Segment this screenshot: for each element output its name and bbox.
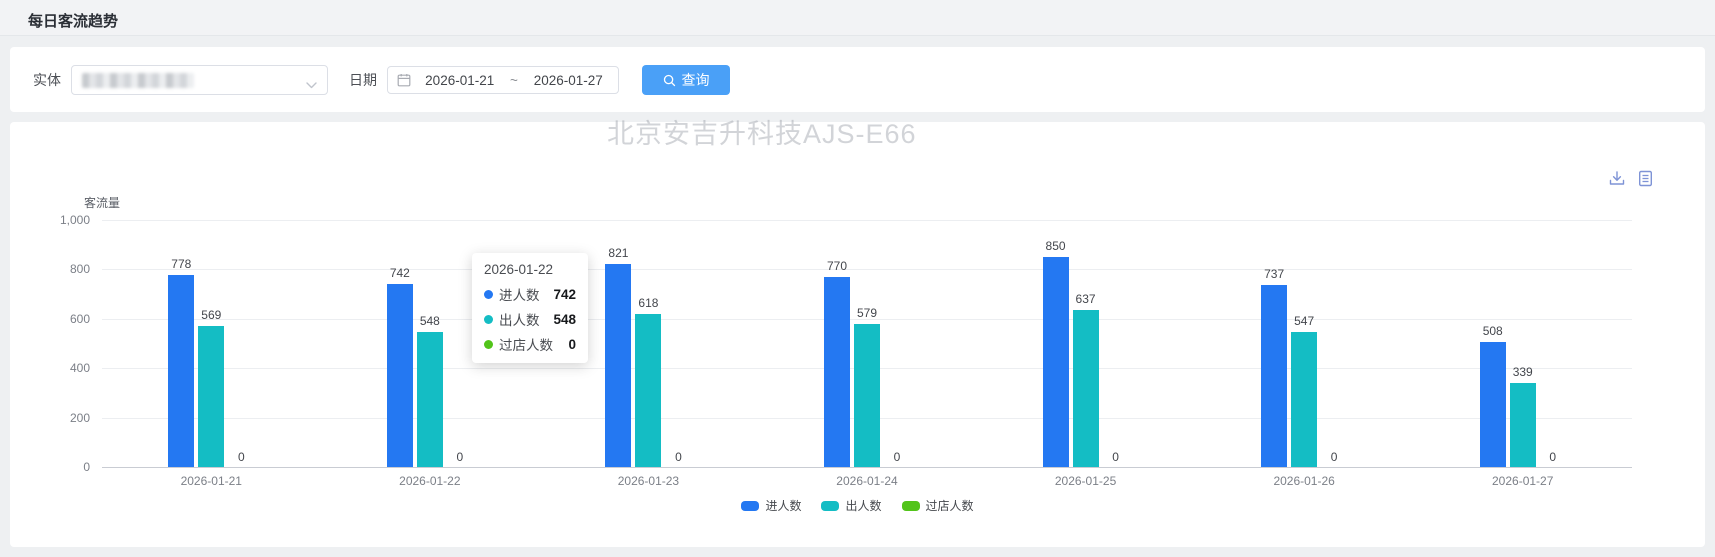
query-button-label: 查询 [682, 70, 710, 90]
tooltip-series-value: 0 [568, 337, 576, 352]
bar-value-label: 637 [1056, 292, 1116, 306]
chevron-down-icon [306, 76, 317, 94]
bar-出人数[interactable] [1073, 310, 1099, 467]
y-axis-tick-label: 400 [20, 361, 90, 375]
tooltip-row-进人数: 进人数 742 [484, 284, 576, 304]
filter-panel: 实体 日期 2026-01-21 ~ 2026-01-27 [10, 47, 1705, 112]
bar-出人数[interactable] [635, 314, 661, 467]
data-view-icon[interactable] [1638, 170, 1653, 187]
bar-value-label: 0 [1304, 450, 1364, 464]
bar-value-label: 0 [211, 450, 271, 464]
search-icon [663, 74, 676, 87]
date-start-value[interactable]: 2026-01-21 [419, 73, 500, 88]
x-axis-category-label: 2026-01-23 [588, 474, 708, 488]
bar-value-label: 821 [588, 246, 648, 260]
legend-swatch [902, 501, 920, 511]
bar-进人数[interactable] [605, 264, 631, 467]
filter-row: 实体 日期 2026-01-21 ~ 2026-01-27 [33, 65, 730, 95]
bar-value-label: 778 [151, 257, 211, 271]
gridline [102, 220, 1632, 221]
y-axis-tick-label: 800 [20, 262, 90, 276]
legend-label: 过店人数 [926, 497, 974, 514]
page-title: 每日客流趋势 [28, 10, 118, 31]
bar-进人数[interactable] [1480, 342, 1506, 467]
x-axis-line [102, 467, 1632, 468]
y-axis-tick-label: 1,000 [20, 213, 90, 227]
bar-value-label: 339 [1493, 365, 1553, 379]
series-dot-icon [484, 290, 493, 299]
date-label: 日期 [349, 70, 377, 90]
query-button[interactable]: 查询 [642, 65, 730, 95]
y-axis-tick-label: 0 [20, 460, 90, 474]
entity-select[interactable] [71, 65, 328, 95]
page-header: 每日客流趋势 [0, 0, 1715, 36]
x-axis-category-label: 2026-01-25 [1026, 474, 1146, 488]
legend-swatch [821, 501, 839, 511]
series-dot-icon [484, 340, 493, 349]
entity-label: 实体 [33, 70, 61, 90]
bar-进人数[interactable] [387, 284, 413, 467]
legend-label: 进人数 [765, 497, 801, 514]
legend-item-进人数[interactable]: 进人数 [741, 497, 801, 514]
bar-出人数[interactable] [854, 324, 880, 467]
bar-value-label: 850 [1026, 239, 1086, 253]
bar-value-label: 742 [370, 266, 430, 280]
bar-value-label: 579 [837, 306, 897, 320]
legend-item-出人数[interactable]: 出人数 [821, 497, 881, 514]
bar-value-label: 737 [1244, 267, 1304, 281]
bar-value-label: 0 [1523, 450, 1583, 464]
tooltip-series-label: 进人数 [499, 284, 540, 304]
date-range-separator: ~ [500, 73, 527, 88]
date-end-value[interactable]: 2026-01-27 [528, 73, 609, 88]
bar-value-label: 547 [1274, 314, 1334, 328]
bar-进人数[interactable] [168, 275, 194, 467]
tooltip-row-过店人数: 过店人数 0 [484, 334, 576, 354]
chart-toolbox [1608, 170, 1653, 187]
calendar-icon [397, 73, 411, 87]
date-range-picker[interactable]: 2026-01-21 ~ 2026-01-27 [387, 66, 619, 94]
y-axis-name: 客流量 [84, 194, 120, 211]
gridline [102, 269, 1632, 270]
chart-legend: 进人数 出人数 过店人数 [10, 497, 1705, 514]
page: 每日客流趋势 实体 日期 2026-01-21 ~ 2026-01-27 [0, 0, 1715, 557]
bar-value-label: 548 [400, 314, 460, 328]
bar-出人数[interactable] [1291, 332, 1317, 467]
bar-进人数[interactable] [1261, 285, 1287, 467]
bar-value-label: 0 [867, 450, 927, 464]
bar-value-label: 0 [430, 450, 490, 464]
bar-出人数[interactable] [198, 326, 224, 467]
entity-value-redacted [82, 73, 194, 88]
bar-value-label: 0 [648, 450, 708, 464]
bar-value-label: 569 [181, 308, 241, 322]
bar-value-label: 618 [618, 296, 678, 310]
bar-value-label: 0 [1086, 450, 1146, 464]
legend-swatch [741, 501, 759, 511]
y-axis-tick-label: 200 [20, 411, 90, 425]
x-axis-category-label: 2026-01-22 [370, 474, 490, 488]
x-axis-category-label: 2026-01-27 [1463, 474, 1583, 488]
download-icon[interactable] [1608, 170, 1626, 187]
bar-进人数[interactable] [1043, 257, 1069, 467]
y-axis-tick-label: 600 [20, 312, 90, 326]
bar-value-label: 508 [1463, 324, 1523, 338]
x-axis-category-label: 2026-01-26 [1244, 474, 1364, 488]
legend-label: 出人数 [845, 497, 881, 514]
legend-item-过店人数[interactable]: 过店人数 [902, 497, 974, 514]
tooltip-series-label: 过店人数 [499, 334, 553, 354]
x-axis-category-label: 2026-01-24 [807, 474, 927, 488]
tooltip-series-value: 742 [553, 287, 576, 302]
bar-value-label: 770 [807, 259, 867, 273]
chart-panel: 客流量 进人数 出人数 过店人数 2026-01-22 进人数 742 出人数 548 过店… [10, 122, 1705, 547]
bar-出人数[interactable] [417, 332, 443, 467]
x-axis-category-label: 2026-01-21 [151, 474, 271, 488]
